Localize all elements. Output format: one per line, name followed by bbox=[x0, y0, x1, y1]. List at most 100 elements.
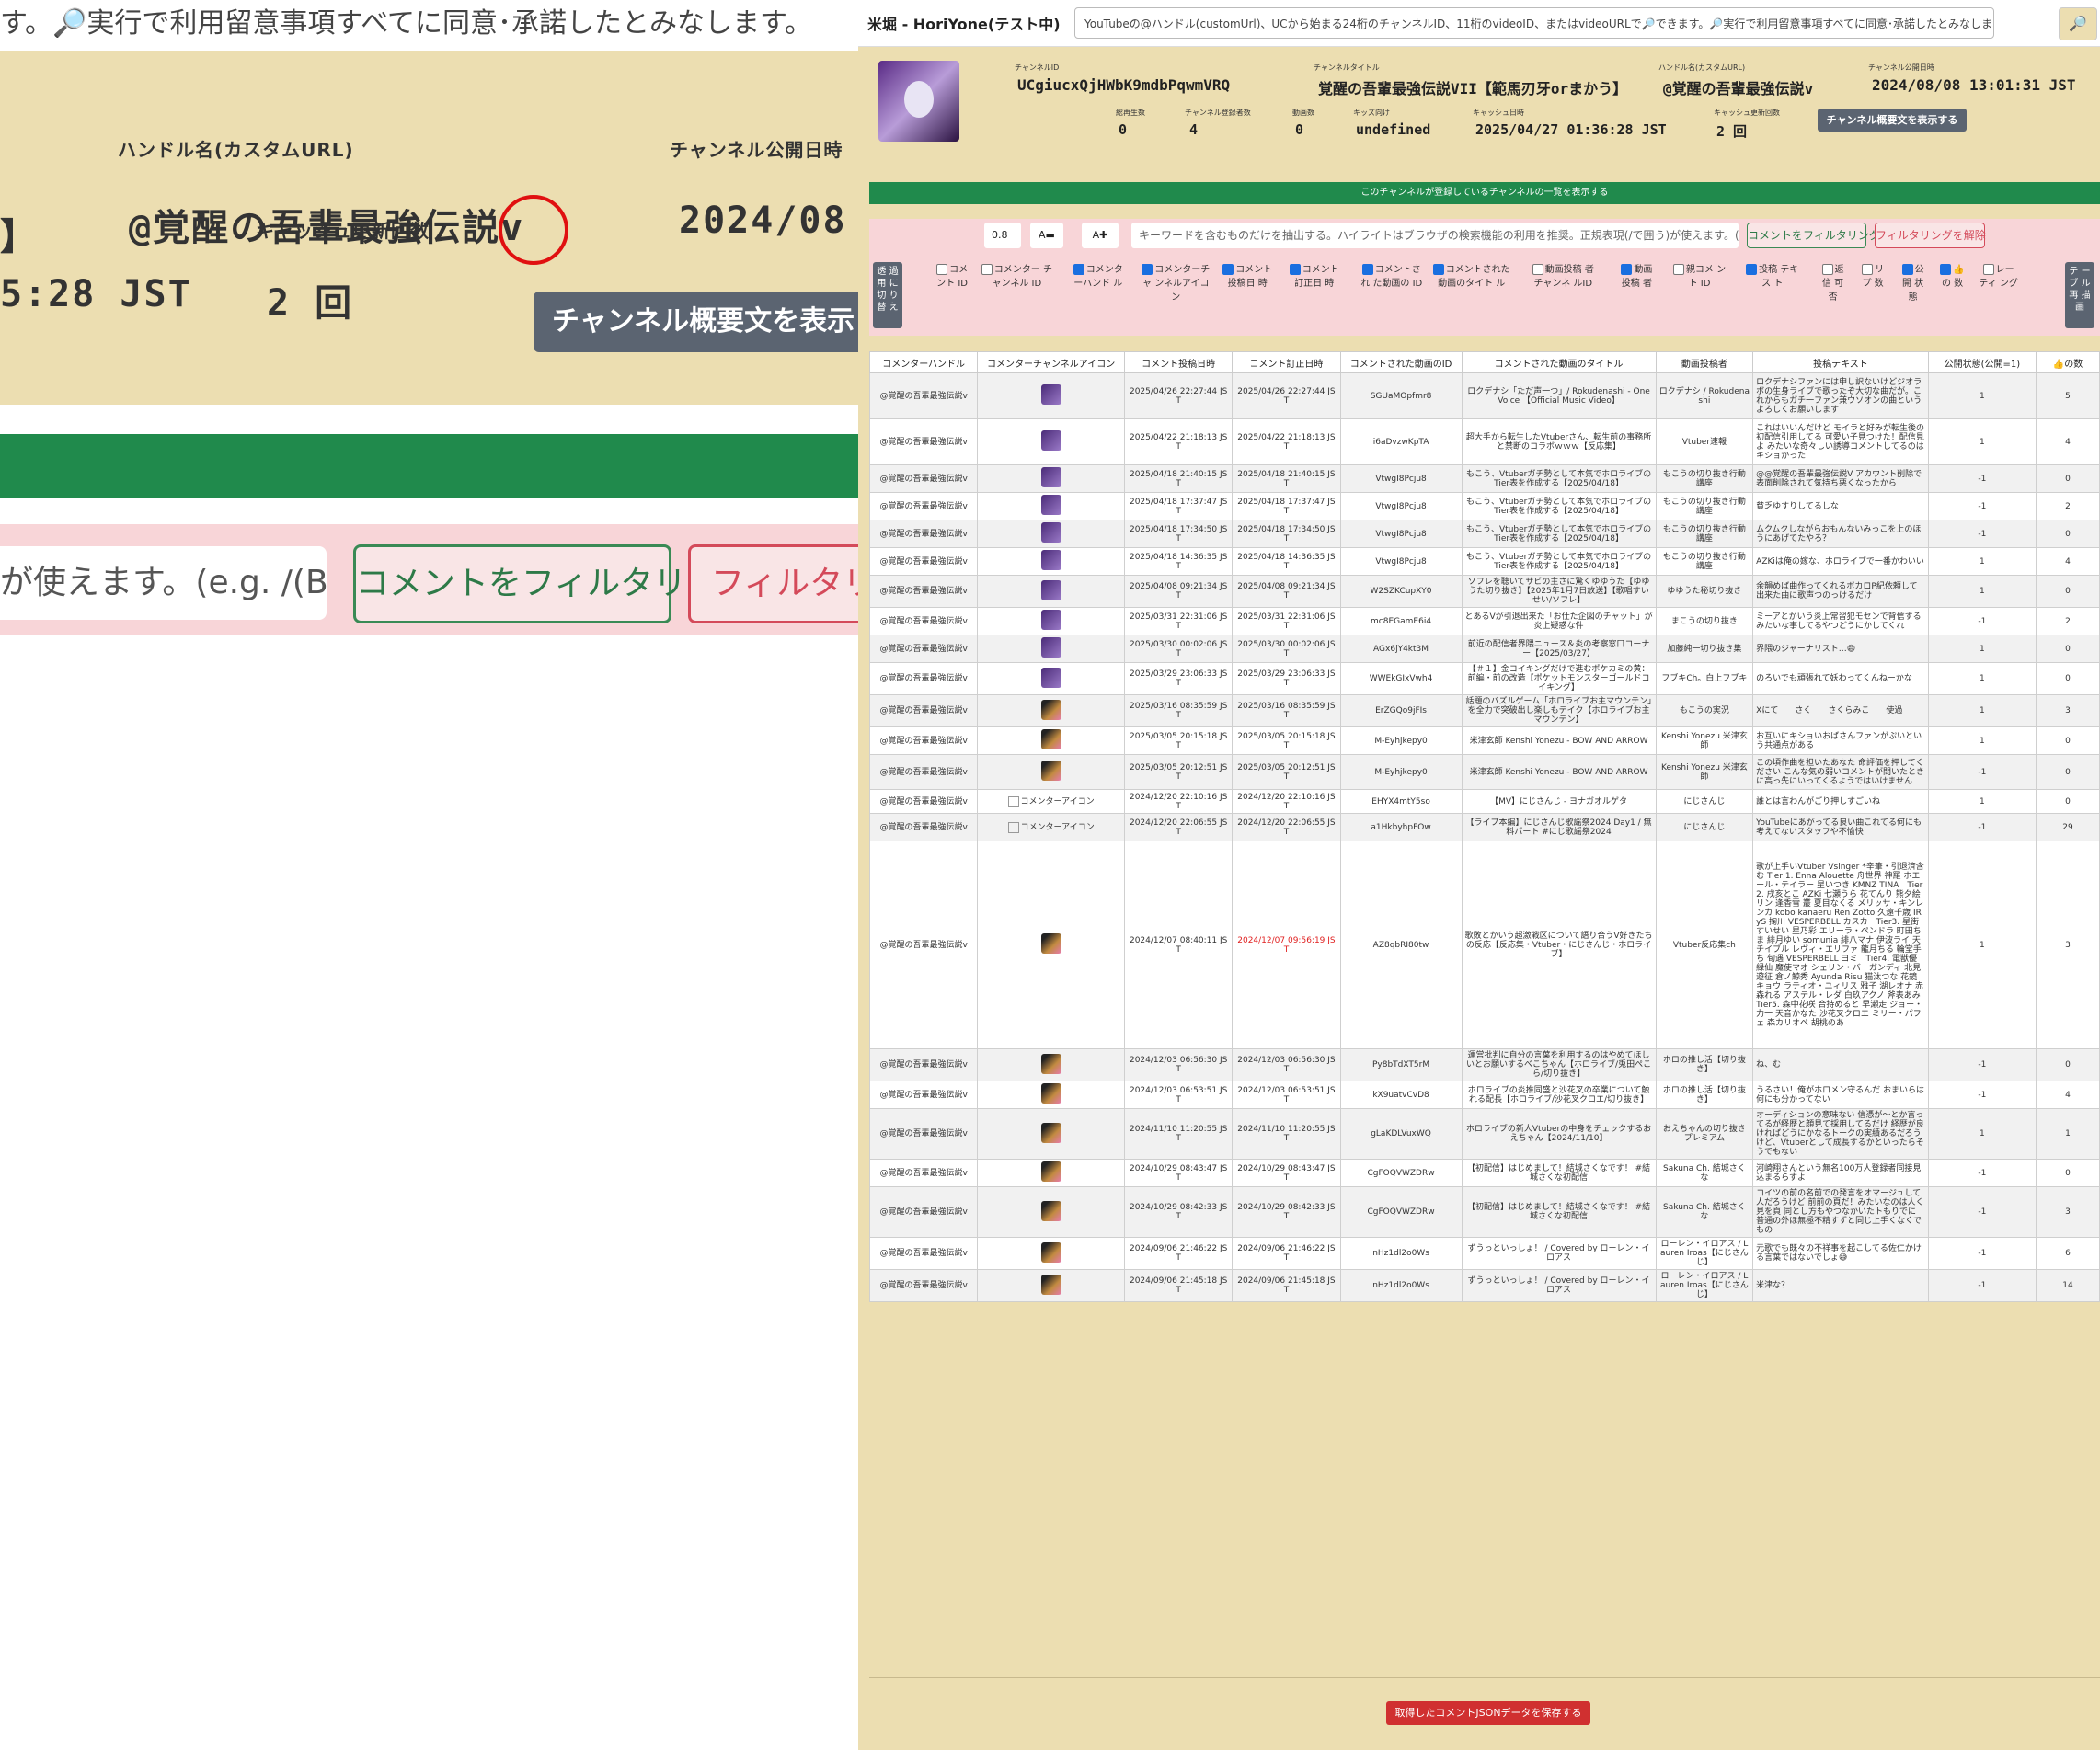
column-header[interactable]: 動画投稿者 bbox=[1655, 351, 1754, 373]
zoomed-desc-button[interactable]: チャンネル概要文を表示 bbox=[534, 292, 858, 352]
clear-filter-button[interactable]: フィルタリングを解除 bbox=[1875, 223, 1986, 248]
column-toggle[interactable]: 👍 の 数 bbox=[1936, 263, 1969, 291]
uploader-cell: もこうの切り抜き行動講座 bbox=[1655, 547, 1754, 576]
checkbox[interactable] bbox=[936, 264, 948, 275]
column-header[interactable]: コメンターチャンネルアイコン bbox=[977, 351, 1126, 373]
public-state-cell: 1 bbox=[1927, 662, 2037, 695]
commenter-handle-cell: @覚醒の吾輩最強伝説v bbox=[868, 789, 979, 814]
zoomed-clear-filter-button[interactable]: フィルタリング bbox=[688, 544, 858, 623]
table-row: @覚醒の吾輩最強伝説v 2025/03/05 20:15:18 JST 2025/0… bbox=[868, 726, 2100, 755]
column-toggle[interactable]: 動画投稿 者チャンネ ルID bbox=[1528, 263, 1599, 291]
likes-cell: 2 bbox=[2036, 492, 2100, 520]
checkbox[interactable] bbox=[1940, 264, 1952, 275]
checkbox[interactable] bbox=[981, 264, 993, 275]
column-toggle[interactable]: コメンターチャ ンネルアイコ ン bbox=[1139, 263, 1214, 304]
commenter-avatar-icon[interactable] bbox=[1040, 1241, 1061, 1263]
column-header[interactable]: コメンターハンドル bbox=[868, 351, 979, 373]
checkbox[interactable] bbox=[1361, 264, 1373, 275]
zoomed-green-bar[interactable] bbox=[0, 434, 858, 498]
column-toggle-label: コメンター チャンネル ID bbox=[992, 265, 1052, 289]
column-toggle[interactable]: コメントされた 動画のタイト ル bbox=[1432, 263, 1511, 291]
video-title-cell: 前近の配信者界隈ニュース＆炎の考察窓口コーナー【2025/03/27】 bbox=[1461, 635, 1657, 663]
column-toggle[interactable]: コメ ント ID bbox=[935, 263, 969, 291]
checkbox[interactable] bbox=[1982, 264, 1994, 275]
font-grow-button[interactable]: A✚ bbox=[1082, 223, 1119, 248]
commenter-avatar-icon[interactable] bbox=[1040, 761, 1061, 781]
keyword-input[interactable]: キーワードを含むものだけを抽出する。ハイライトはブラウザの検索機能の利用を推奨。… bbox=[1131, 223, 1739, 248]
column-toggle[interactable]: コメント 投稿日 時 bbox=[1221, 263, 1274, 291]
commenter-handle-cell: @覚醒の吾輩最強伝説v bbox=[868, 1081, 979, 1109]
checkbox[interactable] bbox=[1432, 264, 1444, 275]
search-input[interactable]: YouTubeの@ハンドル(customUrl)、UCから始まる24桁のチャンネ… bbox=[1074, 7, 1994, 39]
commenter-avatar-icon[interactable] bbox=[1040, 384, 1061, 405]
zoomed-keyword-input[interactable]: が使えます。(e.g. /(BC|/ bbox=[0, 546, 327, 620]
transparent-toggle-button[interactable]: 透 過 用 に 切 り 替 え bbox=[873, 262, 902, 328]
checkbox[interactable] bbox=[1746, 264, 1758, 275]
column-toggle[interactable]: 投稿 テキス ト bbox=[1742, 263, 1802, 291]
column-header[interactable]: 公開状態(公開=1) bbox=[1927, 351, 2037, 373]
checkbox[interactable] bbox=[1142, 264, 1153, 275]
checkbox[interactable] bbox=[1289, 264, 1301, 275]
commenter-avatar-icon[interactable] bbox=[1040, 667, 1061, 688]
subscriptions-list-button[interactable]: このチャンネルが登録しているチャンネルの一覧を表示する bbox=[869, 182, 2100, 204]
commenter-avatar-icon[interactable] bbox=[1040, 637, 1061, 658]
checkbox[interactable] bbox=[1901, 264, 1913, 275]
posted-time-cell: 2025/04/18 21:40:15 JST bbox=[1124, 464, 1234, 493]
commenter-avatar-icon[interactable] bbox=[1040, 1161, 1061, 1182]
column-header[interactable]: 投稿テキスト bbox=[1752, 351, 1929, 373]
commenter-avatar-icon[interactable] bbox=[1040, 699, 1061, 720]
commenter-avatar-icon[interactable] bbox=[1040, 495, 1061, 515]
show-description-button[interactable]: チャンネル概要文を表示する bbox=[1818, 109, 1967, 132]
checkbox[interactable] bbox=[1621, 264, 1633, 275]
posted-time-cell: 2025/04/22 21:18:13 JST bbox=[1124, 418, 1234, 465]
column-header[interactable]: 👍の数 bbox=[2036, 351, 2100, 373]
commenter-avatar-icon[interactable] bbox=[1040, 1200, 1061, 1221]
commenter-avatar-icon[interactable] bbox=[1040, 579, 1061, 600]
filter-comments-button[interactable]: コメントをフィルタリング bbox=[1747, 223, 1880, 248]
commenter-avatar-icon[interactable] bbox=[1040, 729, 1061, 749]
commenter-avatar-icon[interactable] bbox=[1040, 610, 1061, 630]
table-redraw-button[interactable]: テ ー ブ ル 再 描 画 bbox=[2065, 262, 2094, 328]
checkbox[interactable] bbox=[1862, 264, 1874, 275]
commenter-avatar-icon[interactable] bbox=[1040, 1274, 1061, 1295]
commenter-avatar-icon[interactable] bbox=[1040, 1053, 1061, 1074]
public-state-cell: 1 bbox=[1927, 841, 2037, 1049]
commenter-icon-cell bbox=[977, 492, 1126, 520]
column-toggle[interactable]: コメンタ ーハンド ル bbox=[1072, 263, 1125, 291]
column-toggle[interactable]: コメンター チャンネル ID bbox=[981, 263, 1052, 291]
column-header[interactable]: コメント投稿日時 bbox=[1124, 351, 1234, 373]
column-header[interactable]: コメントされた動画のID bbox=[1339, 351, 1463, 373]
posted-time-cell: 2024/12/07 08:40:11 JST bbox=[1124, 841, 1234, 1049]
checkbox[interactable] bbox=[1672, 264, 1684, 275]
column-toggle[interactable]: コメント 訂正日 時 bbox=[1288, 263, 1341, 291]
commenter-avatar-icon[interactable] bbox=[1040, 1122, 1061, 1143]
column-header[interactable]: コメントされた動画のタイトル bbox=[1461, 351, 1657, 373]
checkbox[interactable] bbox=[1532, 264, 1543, 275]
column-toggle[interactable]: レー ティ ング bbox=[1979, 263, 2018, 291]
font-shrink-button[interactable]: A▬ bbox=[1030, 223, 1063, 248]
column-toggle[interactable]: リ プ 数 bbox=[1859, 263, 1888, 291]
search-icon[interactable]: 🔎 bbox=[2059, 7, 2097, 40]
column-toggle[interactable]: 返 信 可 否 bbox=[1819, 263, 1847, 304]
video-id-cell: Py8bTdXT5rM bbox=[1339, 1048, 1463, 1081]
save-json-button[interactable]: 取得したコメントJSONデータを保存する bbox=[1386, 1701, 1590, 1725]
column-toggle[interactable]: コメントされ た動画の ID bbox=[1359, 263, 1425, 291]
likes-cell: 0 bbox=[2036, 464, 2100, 493]
commenter-avatar-icon[interactable] bbox=[1040, 1083, 1061, 1104]
font-size-input[interactable]: 0.8 bbox=[984, 223, 1021, 248]
posted-time-cell: 2024/09/06 21:45:18 JST bbox=[1124, 1269, 1234, 1302]
commenter-avatar-icon[interactable] bbox=[1040, 522, 1061, 543]
column-header[interactable]: コメント訂正日時 bbox=[1232, 351, 1341, 373]
column-toggle[interactable]: 動画 投稿 者 bbox=[1616, 263, 1658, 291]
commenter-avatar-icon[interactable] bbox=[1040, 550, 1061, 570]
commenter-avatar-icon[interactable] bbox=[1040, 467, 1061, 487]
zoomed-filter-button[interactable]: コメントをフィルタリング bbox=[353, 544, 752, 623]
checkbox[interactable] bbox=[1821, 264, 1833, 275]
commenter-avatar-icon[interactable] bbox=[1040, 430, 1061, 451]
column-toggle[interactable]: 公 開 状 態 bbox=[1899, 263, 1927, 304]
checkbox[interactable] bbox=[1073, 264, 1084, 275]
checkbox[interactable] bbox=[1222, 264, 1234, 275]
column-toggle[interactable]: 親コメ ント ID bbox=[1672, 263, 1727, 291]
edited-time-cell: 2024/09/06 21:46:22 JST bbox=[1232, 1237, 1341, 1270]
commenter-avatar-icon[interactable] bbox=[1040, 933, 1061, 954]
